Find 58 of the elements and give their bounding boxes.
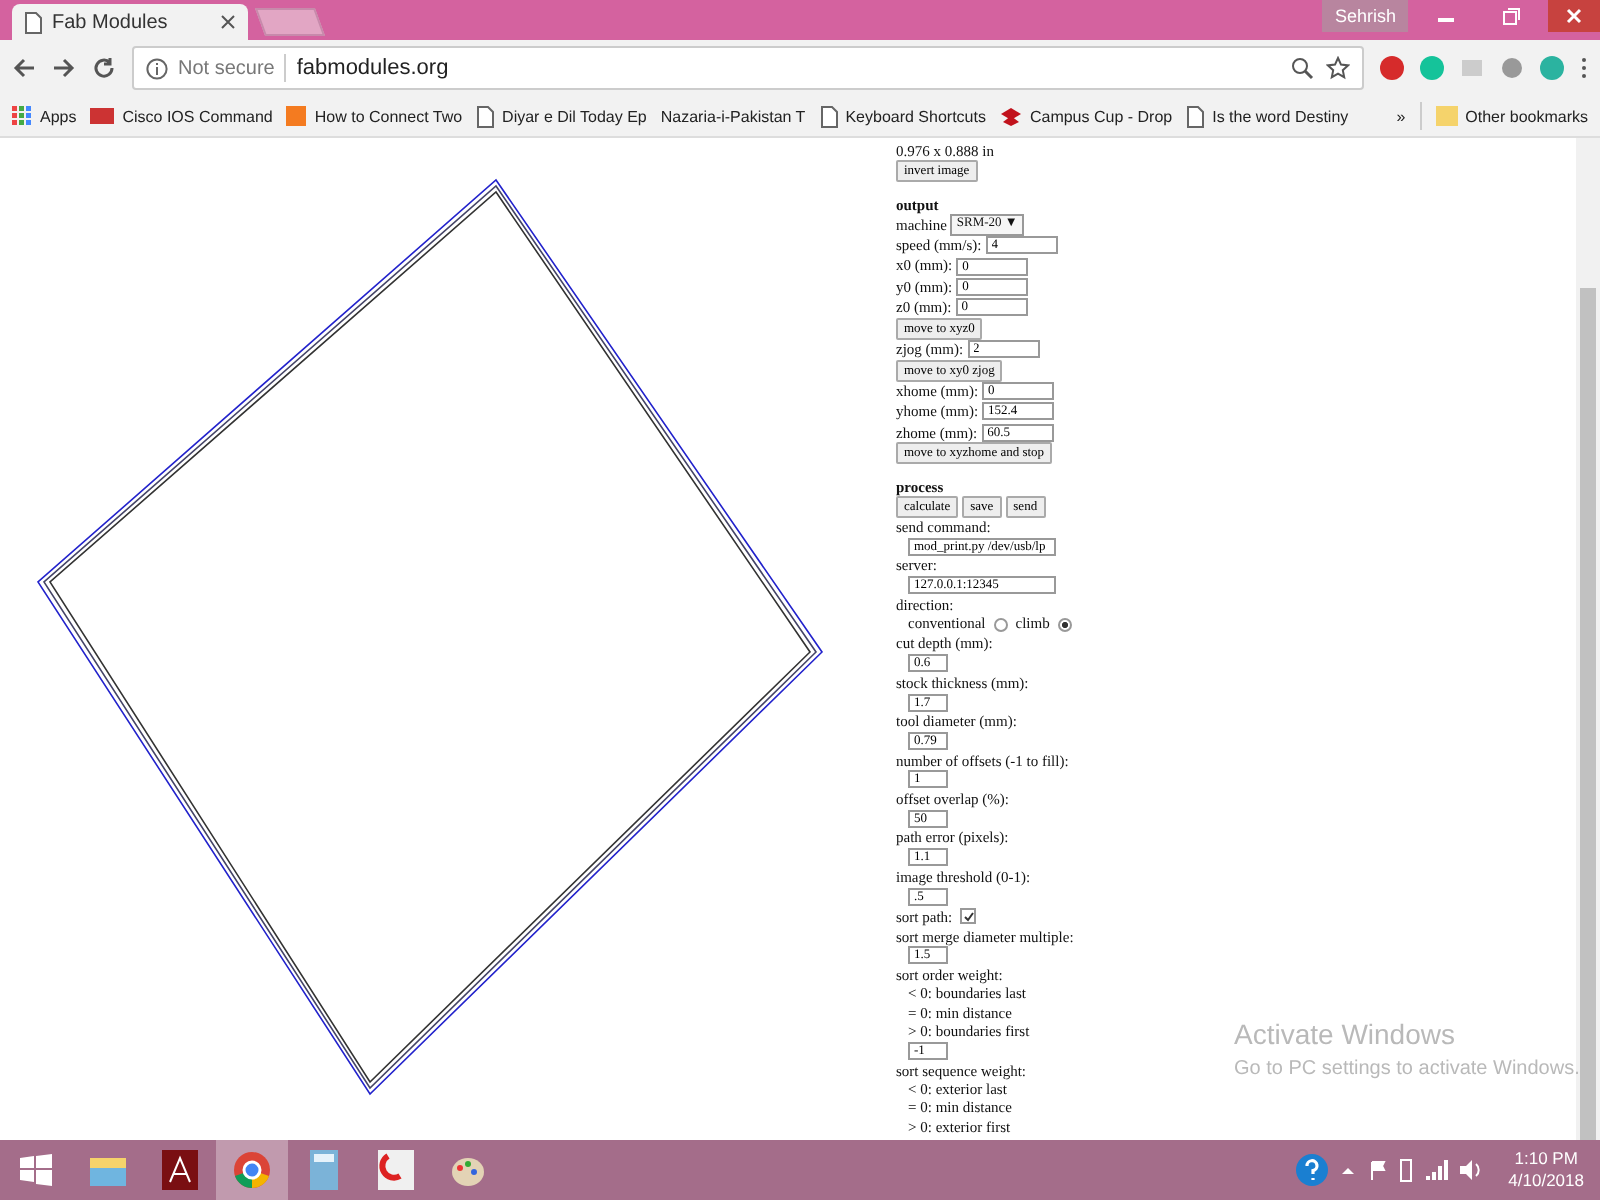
extension-icon[interactable] <box>1380 56 1404 80</box>
extension-icon[interactable] <box>1540 56 1564 80</box>
tab-title: Fab Modules <box>52 11 170 33</box>
grid-icon <box>12 106 32 126</box>
activation-title: Activate Windows <box>1234 1018 1457 1050</box>
folder-icon <box>1435 106 1458 126</box>
battery-icon[interactable] <box>1400 1158 1413 1182</box>
help-icon[interactable] <box>1296 1154 1329 1186</box>
browser-tab[interactable]: Fab Modules <box>12 4 248 40</box>
radio-button[interactable] <box>1057 617 1072 632</box>
close-icon <box>1566 8 1582 24</box>
radio-button[interactable] <box>993 617 1008 632</box>
signal-icon[interactable] <box>1424 1160 1449 1180</box>
bookmark-folder[interactable]: Other bookmarks <box>1435 106 1588 126</box>
bookmark-link[interactable]: How to Connect Two <box>286 106 463 126</box>
bookmark-link[interactable]: Cisco IOS Command <box>90 107 273 125</box>
forward-icon[interactable] <box>52 56 76 80</box>
bookmark-link[interactable]: Is the word Destiny <box>1186 105 1349 127</box>
security-label: Not secure <box>178 57 275 79</box>
page-icon <box>476 105 495 127</box>
windows-logo-icon <box>20 1154 52 1186</box>
close-button[interactable] <box>1548 0 1600 32</box>
clock[interactable]: 1:10 PM 4/10/2018 <box>1508 1148 1584 1192</box>
browser-icon <box>232 1150 272 1190</box>
menu-icon[interactable] <box>1580 56 1588 80</box>
back-icon[interactable] <box>12 56 36 80</box>
caret-up-icon[interactable] <box>1340 1162 1357 1178</box>
checkbox[interactable] <box>960 908 977 925</box>
logo-icon <box>999 106 1022 126</box>
bookmark-link[interactable]: Apps <box>12 106 77 126</box>
extension-icon[interactable] <box>1500 56 1524 80</box>
reload-icon[interactable] <box>92 56 116 80</box>
star-icon[interactable] <box>1326 56 1350 80</box>
activation-message: Go to PC settings to activate Windows. <box>1234 1058 1580 1080</box>
folder-icon <box>88 1152 128 1188</box>
restore-icon <box>1501 7 1519 25</box>
page-icon <box>819 105 838 127</box>
zoom-icon[interactable] <box>1290 56 1314 80</box>
flag-icon[interactable] <box>1368 1160 1389 1180</box>
scrollbar[interactable] <box>1576 138 1600 1140</box>
taskbar-app[interactable] <box>216 1140 288 1200</box>
app-logo-icon <box>378 1150 414 1190</box>
logo-icon <box>90 108 115 124</box>
bookmark-link[interactable]: Diyar e Dil Today Ep <box>476 105 647 127</box>
address-bar[interactable]: Not secure fabmodules.org <box>132 46 1364 90</box>
calculator-icon <box>310 1150 338 1190</box>
page-icon <box>24 11 42 33</box>
document-app-icon <box>162 1150 198 1190</box>
info-icon <box>146 57 168 79</box>
bookmark-link[interactable]: Keyboard Shortcuts <box>819 105 986 127</box>
bookmark-link[interactable]: Nazaria-i-Pakistan T <box>660 107 806 125</box>
volume-icon[interactable] <box>1460 1160 1485 1180</box>
url-text: fabmodules.org <box>296 56 449 80</box>
more-bookmarks-button[interactable]: » <box>1396 107 1406 125</box>
bookmark-link[interactable]: Campus Cup - Drop <box>999 106 1173 126</box>
close-icon[interactable] <box>220 14 236 30</box>
page-icon <box>1186 105 1205 127</box>
logo-icon <box>286 106 307 126</box>
